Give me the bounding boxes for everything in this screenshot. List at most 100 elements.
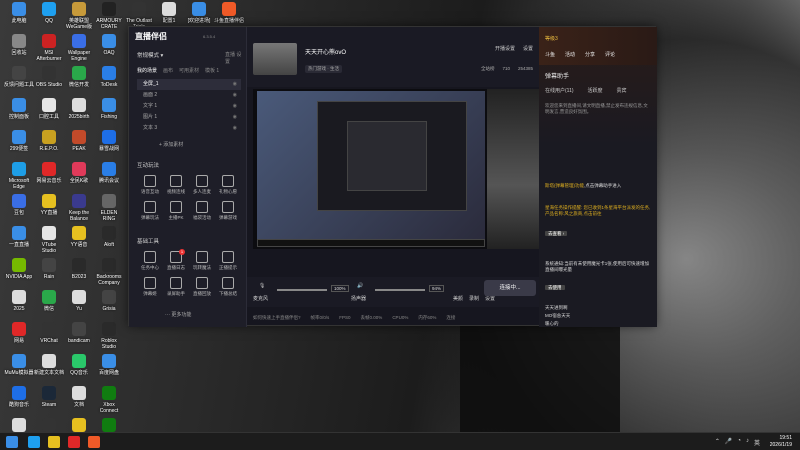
stream-settings-button[interactable]: 开播设置 bbox=[495, 45, 515, 52]
record-button[interactable]: 录制 bbox=[469, 295, 479, 302]
beauty-button[interactable]: 美颜 bbox=[453, 295, 463, 302]
desktop-icon[interactable]: Rain bbox=[34, 258, 64, 280]
source-item[interactable]: 全屏_1 ◉ bbox=[137, 79, 241, 90]
start-icon[interactable] bbox=[6, 436, 18, 448]
stream-thumbnail[interactable] bbox=[253, 43, 297, 75]
eye-icon[interactable]: ◉ bbox=[233, 90, 237, 101]
scene-tab[interactable]: 可用素材 bbox=[179, 67, 199, 74]
live-streaming-app-window[interactable]: 直播伴侣 6.3.5.4 常规模式 ▾ 直播 设置 我的场景 画布 可用素材 模板 1… bbox=[128, 26, 657, 327]
tool-button[interactable]: 多人连麦 bbox=[189, 175, 215, 195]
desktop-icon[interactable]: Keep the Balance bbox=[64, 194, 94, 222]
mode-right[interactable]: 直播 设置 bbox=[225, 51, 246, 65]
tool-button[interactable]: 礼物心愿 bbox=[215, 175, 241, 195]
more-functions-button[interactable]: ··· 更多功能 bbox=[165, 311, 191, 318]
desktop-icon[interactable]: 酷狗音乐 bbox=[4, 386, 34, 408]
desktop-icon[interactable]: VRChat bbox=[34, 322, 64, 344]
desktop-icon[interactable]: Grisia bbox=[94, 290, 124, 312]
qq-taskbar-icon[interactable] bbox=[28, 436, 40, 448]
desktop-icon[interactable]: Xbox Connect bbox=[94, 386, 124, 414]
desktop-icon[interactable]: Yu bbox=[64, 290, 94, 312]
desktop-icon[interactable]: MuMu模拟器 bbox=[4, 354, 34, 376]
desktop-icon[interactable]: bandicam bbox=[64, 322, 94, 344]
header-item[interactable]: 活动 bbox=[565, 51, 575, 58]
stream-category[interactable]: 热门游戏 · 生活 bbox=[305, 65, 342, 73]
desktop-icon[interactable]: R.E.P.O. bbox=[34, 130, 64, 152]
tool-button[interactable]: 弹幕游戏 bbox=[215, 201, 241, 221]
eye-icon[interactable]: ◉ bbox=[233, 79, 237, 90]
danmu-tab[interactable]: 活跃度 bbox=[588, 87, 603, 94]
desktop-icon[interactable]: 微信 bbox=[34, 290, 64, 312]
stream-title[interactable]: 天天开心熊ovO bbox=[305, 47, 346, 56]
mode-select[interactable]: 常规模式 ▾ bbox=[137, 51, 163, 59]
language-indicator[interactable]: 英 bbox=[754, 438, 760, 447]
desktop-icon[interactable]: 全民K歌 bbox=[64, 162, 94, 184]
desktop-icon[interactable]: QQ bbox=[34, 2, 64, 24]
speaker-icon[interactable]: 🔊 bbox=[357, 283, 363, 289]
source-item[interactable]: 文字 1 ◉ bbox=[137, 101, 241, 112]
wifi-icon[interactable]: ◔ bbox=[737, 438, 741, 447]
stream-preview[interactable] bbox=[253, 89, 487, 249]
header-item[interactable]: 斗鱼 bbox=[545, 51, 555, 58]
desktop-icon[interactable]: YY直播 bbox=[34, 194, 64, 216]
desktop-icon[interactable]: 豆包 bbox=[4, 194, 34, 216]
desktop-icon[interactable]: 腾讯会议 bbox=[94, 162, 124, 184]
desktop-icon[interactable]: 口腔工具 bbox=[34, 98, 64, 120]
tool-button[interactable]: 玩转魔法 bbox=[189, 251, 215, 271]
desktop-icon[interactable]: NVIDIA App bbox=[4, 258, 34, 280]
mic-icon[interactable]: 🎙 bbox=[259, 283, 265, 289]
tool-button[interactable]: 录屏助手 bbox=[163, 277, 189, 297]
desktop-icon[interactable]: OBS Studio bbox=[34, 66, 64, 88]
desktop-icon[interactable]: QQ音乐 bbox=[64, 354, 94, 376]
audio-settings-button[interactable]: 设置 bbox=[485, 295, 495, 302]
tool-button[interactable]: 直播日志 1 bbox=[163, 249, 189, 271]
desktop-icon[interactable]: ELDEN RING bbox=[94, 194, 124, 222]
chevron-up-icon[interactable]: ⌃ bbox=[715, 438, 720, 447]
desktop-icon[interactable]: YY语音 bbox=[64, 226, 94, 248]
tool-button[interactable]: 直播回放 bbox=[189, 277, 215, 297]
desktop-icon[interactable]: VTube Studio bbox=[34, 226, 64, 254]
header-item[interactable]: 分享 bbox=[585, 51, 595, 58]
desktop-icon[interactable]: ARMOURY CRATE bbox=[94, 2, 124, 30]
desktop-icon[interactable]: 微信开发 bbox=[64, 66, 94, 88]
desktop-icon[interactable]: 网易云音乐 bbox=[34, 162, 64, 184]
desktop-icon[interactable]: 反馈问题工具 bbox=[4, 66, 34, 88]
desktop-icon[interactable]: 2025 bbox=[4, 290, 34, 312]
source-item[interactable]: 文本 3 ◉ bbox=[137, 123, 241, 134]
tool-button[interactable]: 弹幕玩法 bbox=[137, 201, 163, 221]
tool-button[interactable]: 视频连线 bbox=[163, 175, 189, 195]
desktop-icon[interactable]: Roblox Studio bbox=[94, 322, 124, 350]
scene-tab[interactable]: 模板 1 bbox=[205, 67, 219, 74]
mic-slider[interactable] bbox=[277, 289, 327, 291]
desktop-icon[interactable]: Backrooms Company bbox=[94, 258, 124, 286]
tool-button[interactable]: 弹幕姬 bbox=[137, 277, 163, 297]
desktop-icon[interactable]: ToDesk bbox=[94, 66, 124, 88]
desktop-icon[interactable]: 回收站 bbox=[4, 34, 34, 56]
desktop-icon[interactable]: [欢迎进场] bbox=[184, 2, 214, 24]
source-item[interactable]: 画面 2 ◉ bbox=[137, 90, 241, 101]
eye-icon[interactable]: ◉ bbox=[233, 101, 237, 112]
desktop-icon[interactable]: Steam bbox=[34, 386, 64, 408]
desktop-icon[interactable]: 一直直播 bbox=[4, 226, 34, 248]
desktop-icon[interactable]: OAQ bbox=[94, 34, 124, 56]
desktop-icon[interactable]: 新建文本文档 bbox=[34, 354, 64, 376]
desktop-icon[interactable]: 控制面板 bbox=[4, 98, 34, 120]
tool-button[interactable]: 语音互动 bbox=[137, 175, 163, 195]
desktop-icon[interactable]: 英雄联盟WeGame版 bbox=[64, 2, 94, 30]
desktop-icon[interactable]: MSI Afterburner bbox=[34, 34, 64, 62]
tool-button[interactable]: 正播提示 bbox=[215, 251, 241, 271]
connect-button[interactable]: 连接中... bbox=[484, 280, 536, 296]
add-source-button[interactable]: + 添加素材 bbox=[159, 141, 183, 148]
eye-icon[interactable]: ◉ bbox=[233, 123, 237, 134]
folder-taskbar-icon[interactable] bbox=[48, 436, 60, 448]
desktop-icon[interactable]: 2025birth bbox=[64, 98, 94, 120]
tool-button[interactable]: 福袋活动 bbox=[189, 201, 215, 221]
rank-badge[interactable]: 全站榜 bbox=[481, 66, 495, 72]
desktop-icon[interactable]: 百度网盘 bbox=[94, 354, 124, 376]
eye-icon[interactable]: ◉ bbox=[233, 112, 237, 123]
desktop-icon[interactable]: 网易 bbox=[4, 322, 34, 344]
desktop-icon[interactable]: Fishing bbox=[94, 98, 124, 120]
desktop-icon[interactable]: 暴雪战网 bbox=[94, 130, 124, 152]
message-text[interactable]: 去使用 bbox=[545, 285, 565, 290]
volume-icon[interactable]: ♪ bbox=[746, 438, 749, 447]
settings-button[interactable]: 设置 bbox=[523, 45, 533, 52]
